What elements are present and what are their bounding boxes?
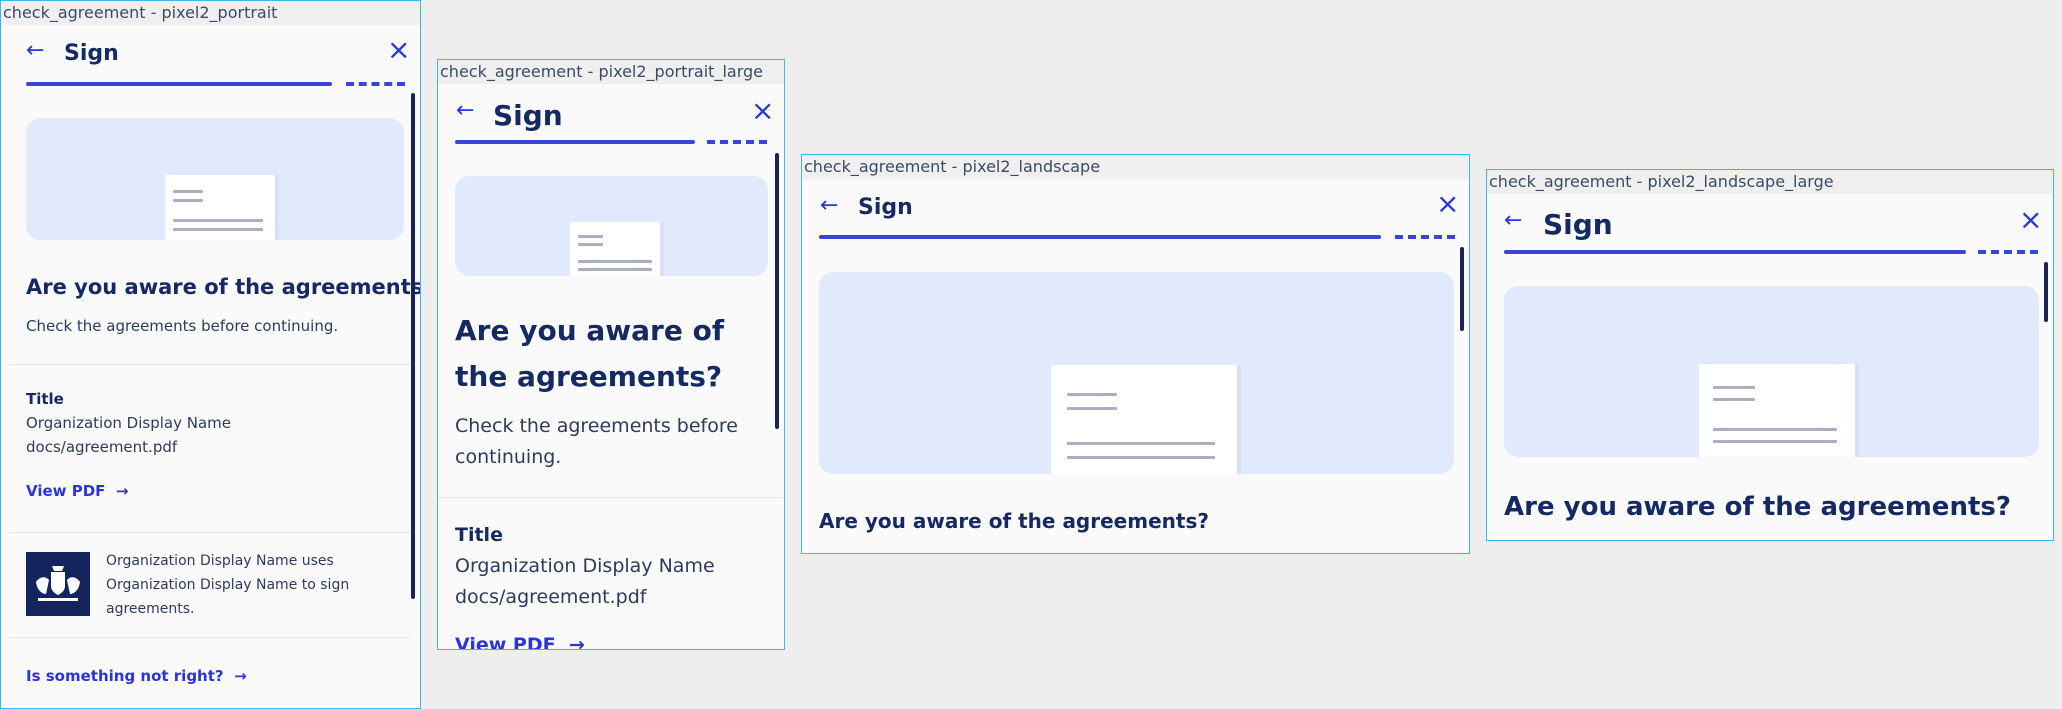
arrow-right-icon: → <box>234 667 247 685</box>
heading: Are you aware of the agreements? <box>1504 492 2011 522</box>
illustration <box>455 176 768 276</box>
close-icon[interactable]: × <box>2019 206 2042 234</box>
arrow-right-icon: → <box>568 634 585 650</box>
illustration <box>819 272 1454 474</box>
illustration <box>1504 286 2039 457</box>
subtitle: Check the agreements before continuing. <box>26 317 339 335</box>
close-icon[interactable]: × <box>751 97 774 125</box>
close-icon[interactable]: × <box>387 36 410 64</box>
usage-text: Organization Display Name uses Organizat… <box>106 553 350 617</box>
progress-remaining <box>346 82 405 86</box>
document-illustration <box>1699 364 1855 457</box>
something-not-right-link[interactable]: Is something not right? → <box>26 667 247 685</box>
frame-landscape-large: check_agreement - pixel2_landscape_large… <box>1486 169 2054 541</box>
scrollbar[interactable] <box>411 93 415 599</box>
view-pdf-link[interactable]: View PDF → <box>455 634 585 650</box>
view-pdf-link[interactable]: View PDF → <box>26 482 128 500</box>
heading: Are you aware of the agreements? <box>26 275 421 299</box>
progress-bar <box>455 140 767 144</box>
doc-title-label: Title <box>26 390 64 408</box>
close-icon[interactable]: × <box>1436 190 1459 218</box>
divider <box>438 497 783 498</box>
illustration <box>26 118 404 240</box>
progress-bar <box>1504 250 2038 254</box>
page-title: Sign <box>1543 208 1613 241</box>
frame-label: check_agreement - pixel2_landscape_large <box>1487 170 2053 194</box>
back-arrow-icon[interactable]: ← <box>820 195 838 217</box>
frame-landscape: check_agreement - pixel2_landscape ← Sig… <box>801 154 1470 554</box>
page-title: Sign <box>64 41 119 66</box>
file-path: docs/agreement.pdf <box>455 586 647 608</box>
document-illustration <box>165 175 275 240</box>
subtitle: Check the agreements before continuing. <box>455 415 738 468</box>
file-path: docs/agreement.pdf <box>26 438 178 456</box>
organization-logo <box>26 552 90 616</box>
arrow-right-icon: → <box>115 482 129 500</box>
divider <box>9 532 411 533</box>
progress-fill <box>819 235 1381 239</box>
frame-label: check_agreement - pixel2_portrait_large <box>438 60 784 84</box>
doc-title-label: Title <box>455 524 503 546</box>
view-pdf-label: View PDF <box>26 482 106 500</box>
scrollbar[interactable] <box>775 153 779 429</box>
progress-bar <box>819 235 1455 239</box>
progress-remaining <box>1395 235 1455 239</box>
progress-fill <box>1504 250 1966 254</box>
heading: Are you aware of the agreements? <box>819 509 1209 533</box>
organization-name: Organization Display Name <box>26 414 231 432</box>
scrollbar[interactable] <box>1460 247 1464 331</box>
heading: Are you aware of the agreements? <box>455 314 725 393</box>
document-illustration <box>570 222 660 276</box>
progress-remaining <box>707 140 767 144</box>
page-title: Sign <box>858 195 913 220</box>
frame-portrait: check_agreement - pixel2_portrait ← Sign… <box>0 0 421 709</box>
document-illustration <box>1051 365 1237 474</box>
page-title: Sign <box>493 99 563 132</box>
frame-label: check_agreement - pixel2_landscape <box>802 155 1469 179</box>
coat-of-arms-icon <box>36 566 80 601</box>
frame-portrait-large: check_agreement - pixel2_portrait_large … <box>437 59 785 650</box>
back-arrow-icon[interactable]: ← <box>26 40 44 62</box>
progress-fill <box>26 82 332 86</box>
problem-link-label: Is something not right? <box>26 667 224 685</box>
progress-remaining <box>1978 250 2038 254</box>
divider <box>9 637 411 638</box>
progress-bar <box>26 82 405 86</box>
back-arrow-icon[interactable]: ← <box>456 100 474 122</box>
scrollbar[interactable] <box>2044 262 2048 322</box>
frame-label: check_agreement - pixel2_portrait <box>1 1 420 25</box>
divider <box>9 364 411 365</box>
progress-fill <box>455 140 695 144</box>
organization-name: Organization Display Name <box>455 555 715 577</box>
view-pdf-label: View PDF <box>455 634 556 650</box>
back-arrow-icon[interactable]: ← <box>1504 210 1522 232</box>
